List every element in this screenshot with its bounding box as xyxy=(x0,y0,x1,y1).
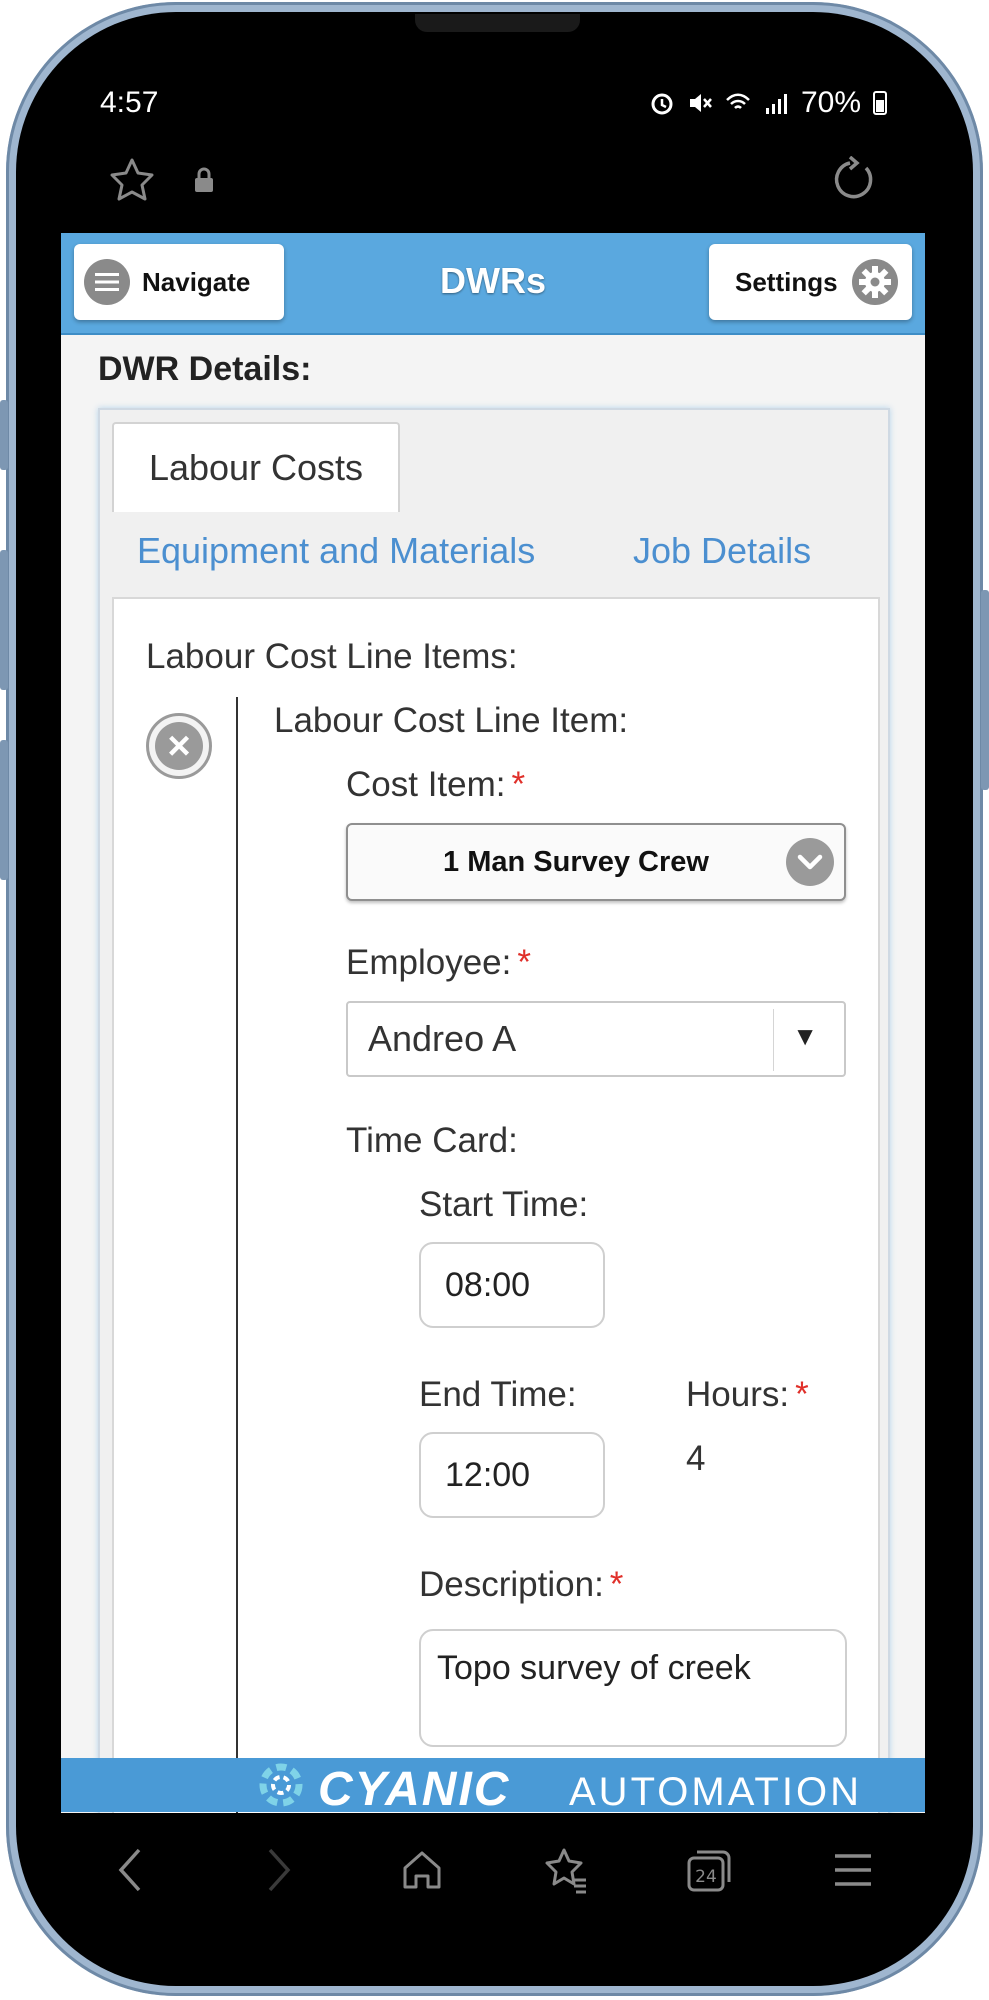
labour-costs-panel: Labour Cost Line Items: × Labour Cost Li… xyxy=(112,597,880,1813)
employee-select[interactable]: Andreo A ▼ xyxy=(346,1001,846,1077)
browser-toolbar xyxy=(0,150,989,230)
time-card-label: Time Card: xyxy=(346,1121,518,1160)
forward-icon[interactable] xyxy=(253,1844,305,1896)
brand-footer: CYANIC AUTOMATION xyxy=(61,1758,925,1812)
side-button xyxy=(0,550,8,690)
alarm-icon xyxy=(651,93,673,115)
side-button xyxy=(981,590,989,790)
hours-label: Hours: * xyxy=(686,1375,809,1415)
hours-label-text: Hours: xyxy=(686,1375,790,1414)
home-icon[interactable] xyxy=(396,1844,448,1896)
settings-button[interactable]: Settings xyxy=(709,244,912,320)
end-time-label: End Time: xyxy=(419,1375,577,1414)
required-mark: * xyxy=(511,765,526,804)
start-time-input[interactable]: 08:00 xyxy=(419,1242,605,1328)
line-item-label: Labour Cost Line Item: xyxy=(274,701,629,740)
settings-label: Settings xyxy=(735,266,838,297)
employee-label-text: Employee: xyxy=(346,943,512,982)
side-button xyxy=(0,400,8,470)
speaker-grille xyxy=(415,14,580,32)
cost-item-label-text: Cost Item: xyxy=(346,765,506,804)
mute-icon xyxy=(689,94,712,112)
gear-icon xyxy=(851,259,898,305)
signal-icon xyxy=(765,94,787,114)
brand-main: CYANIC xyxy=(318,1763,511,1812)
bookmarks-icon[interactable] xyxy=(540,1844,592,1896)
star-icon[interactable] xyxy=(108,156,156,204)
status-time: 4:57 xyxy=(100,86,159,119)
back-icon[interactable] xyxy=(104,1844,156,1896)
app-viewport: Navigate DWRs Settings DWR Details: Labo… xyxy=(61,233,925,1813)
menu-icon[interactable] xyxy=(827,1844,879,1896)
cost-item-select[interactable]: 1 Man Survey Crew xyxy=(346,823,846,901)
reload-icon[interactable] xyxy=(830,156,878,204)
description-label: Description: * xyxy=(419,1565,623,1605)
employee-label: Employee: * xyxy=(346,943,531,983)
hours-value: 4 xyxy=(686,1439,706,1478)
tab-job-details[interactable]: Job Details xyxy=(633,530,811,572)
section-label: Labour Cost Line Items: xyxy=(146,637,518,676)
end-time-input[interactable]: 12:00 xyxy=(419,1432,605,1518)
tab-labour-costs[interactable]: Labour Costs xyxy=(112,422,400,512)
tabs-icon[interactable]: 24 xyxy=(683,1844,735,1896)
browser-nav-bar: 24 xyxy=(0,1820,989,1915)
line-item-divider xyxy=(236,697,238,1813)
battery-percent: 70% xyxy=(800,86,861,119)
wifi-icon xyxy=(726,93,750,109)
select-divider xyxy=(773,1009,774,1071)
status-bar: 4:57 70% xyxy=(0,78,989,128)
cost-item-value: 1 Man Survey Crew xyxy=(443,845,709,878)
brand-sub: AUTOMATION xyxy=(569,1770,862,1812)
tabs-count: 24 xyxy=(695,1867,717,1887)
close-icon: × xyxy=(155,722,203,770)
employee-value: Andreo A xyxy=(368,1018,517,1059)
page-title: DWR Details: xyxy=(98,350,312,388)
lock-icon xyxy=(195,167,213,192)
cost-item-label: Cost Item: * xyxy=(346,765,525,805)
description-textarea[interactable]: Topo survey of creek xyxy=(419,1629,847,1747)
battery-icon xyxy=(873,91,887,115)
tab-equipment-materials[interactable]: Equipment and Materials xyxy=(137,530,535,572)
required-mark: * xyxy=(609,1565,624,1604)
remove-line-item-button[interactable]: × xyxy=(146,713,212,779)
description-label-text: Description: xyxy=(419,1565,604,1604)
chevron-down-icon xyxy=(786,838,834,886)
required-mark: * xyxy=(517,943,531,982)
required-mark: * xyxy=(795,1375,809,1414)
app-header: Navigate DWRs Settings xyxy=(61,233,925,335)
side-button xyxy=(0,740,8,880)
cyanic-logo-icon xyxy=(259,1763,303,1807)
start-time-label: Start Time: xyxy=(419,1185,589,1224)
caret-down-icon: ▼ xyxy=(792,1021,818,1051)
dwr-details-card: Labour Costs Equipment and Materials Job… xyxy=(98,408,890,1813)
